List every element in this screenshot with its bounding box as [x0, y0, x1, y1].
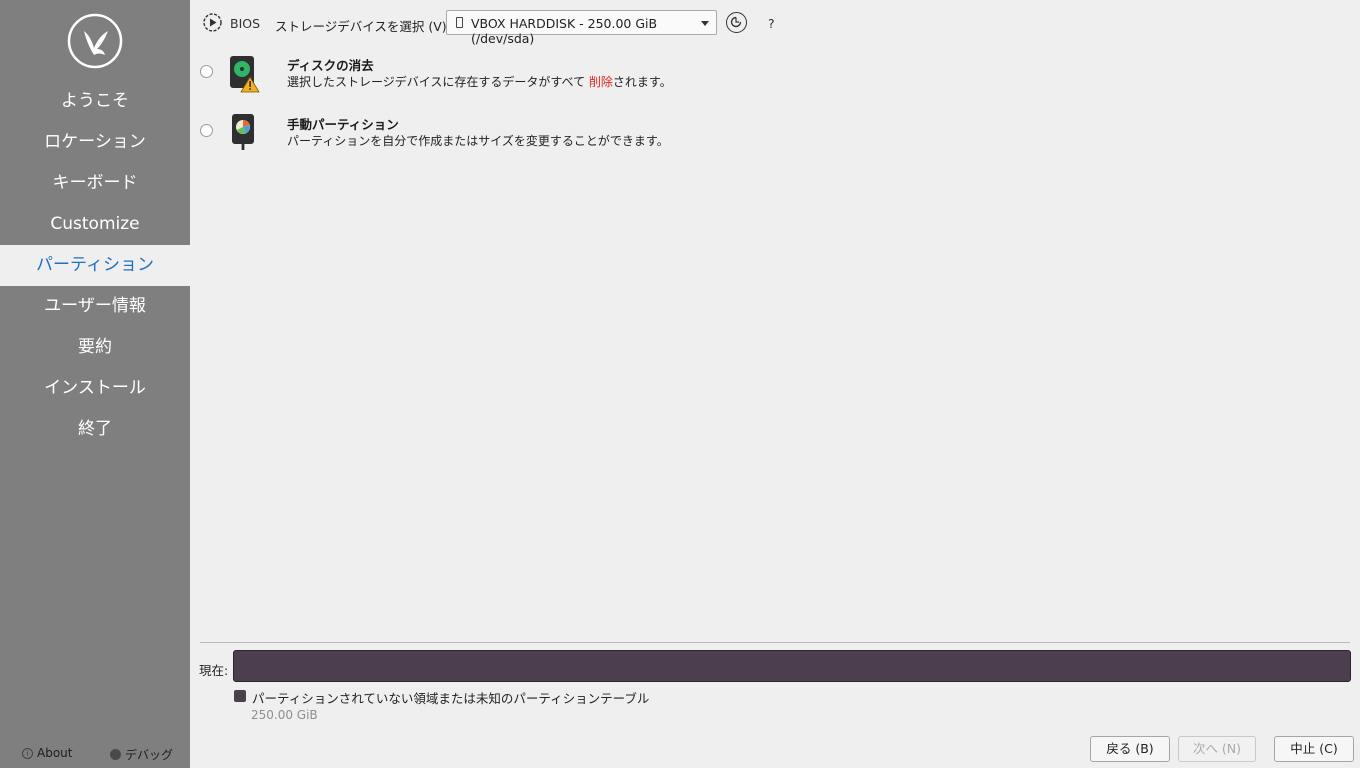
sidebar-item-summary[interactable]: 要約: [0, 327, 190, 368]
erase-desc-tail: されます。: [612, 75, 672, 89]
sidebar-item-keyboard[interactable]: キーボード: [0, 163, 190, 204]
option-manual-partition[interactable]: 手動パーティション パーティションを自分で作成またはサイズを変更することができま…: [190, 114, 790, 164]
sidebar-footer: i About デバッグ: [0, 744, 190, 764]
disk-manual-partition-icon: [232, 114, 254, 150]
erase-desc-highlight: 削除: [588, 75, 613, 89]
refresh-devices-button[interactable]: [726, 12, 747, 33]
disk-erase-warning-icon: [230, 56, 260, 93]
sidebar-item-install[interactable]: インストール: [0, 368, 190, 409]
sidebar-nav: ようこそ ロケーション キーボード Customize パーティション ユーザー…: [0, 81, 190, 450]
erase-disk-title: ディスクの消去: [287, 58, 374, 73]
storage-device-value: VBOX HARDDISK - 250.00 GiB (/dev/sda): [471, 16, 658, 46]
sidebar-item-location[interactable]: ロケーション: [0, 122, 190, 163]
legend-label: パーティションされていない領域または未知のパーティションテーブル: [252, 691, 650, 706]
help-button[interactable]: ?: [768, 16, 775, 31]
chevron-down-icon: [701, 21, 709, 26]
sidebar-item-partition[interactable]: パーティション: [0, 245, 190, 286]
distro-logo-icon: [67, 13, 123, 69]
erase-disk-radio[interactable]: [200, 65, 213, 78]
sidebar-item-finish[interactable]: 終了: [0, 409, 190, 450]
refresh-icon: [730, 16, 742, 28]
back-button[interactable]: 戻る (B): [1090, 736, 1170, 762]
about-label: About: [37, 746, 73, 760]
legend-swatch: [234, 690, 246, 702]
storage-device-label: ストレージデバイスを選択 (V):: [275, 19, 451, 34]
debug-label: デバッグ: [125, 748, 174, 762]
debug-button[interactable]: デバッグ: [110, 746, 173, 763]
cancel-button[interactable]: 中止 (C): [1274, 736, 1354, 762]
sidebar-item-users[interactable]: ユーザー情報: [0, 286, 190, 327]
legend-size: 250.00 GiB: [251, 708, 318, 722]
current-label: 現在:: [199, 663, 229, 678]
option-erase-disk[interactable]: ディスクの消去 選択したストレージデバイスに存在するデータがすべて 削除されます…: [190, 55, 790, 105]
bug-icon: [110, 749, 121, 760]
erase-desc-text: 選択したストレージデバイスに存在するデータがすべて: [287, 75, 589, 89]
next-button[interactable]: 次へ (N): [1178, 736, 1256, 762]
manual-partition-radio[interactable]: [200, 124, 213, 137]
info-icon: i: [22, 747, 33, 759]
erase-disk-description: 選択したストレージデバイスに存在するデータがすべて 削除されます。: [287, 73, 672, 90]
manual-partition-title: 手動パーティション: [287, 117, 399, 132]
sidebar-item-customize[interactable]: Customize: [0, 204, 190, 245]
bios-boot-icon: [203, 13, 222, 32]
storage-device-select[interactable]: VBOX HARDDISK - 250.00 GiB (/dev/sda): [446, 10, 717, 46]
sidebar-item-welcome[interactable]: ようこそ: [0, 81, 190, 122]
manual-partition-description: パーティションを自分で作成またはサイズを変更することができます。: [287, 134, 669, 148]
storage-toolbar: BIOS ストレージデバイスを選択 (V): VBOX HARDDISK - 2…: [190, 0, 1360, 46]
about-button[interactable]: i About: [22, 746, 72, 760]
current-partition-bar: [233, 650, 1351, 682]
hard-disk-icon: [456, 17, 463, 28]
sidebar: ようこそ ロケーション キーボード Customize パーティション ユーザー…: [0, 0, 190, 768]
bios-label: BIOS: [230, 16, 261, 31]
divider: [200, 642, 1350, 643]
